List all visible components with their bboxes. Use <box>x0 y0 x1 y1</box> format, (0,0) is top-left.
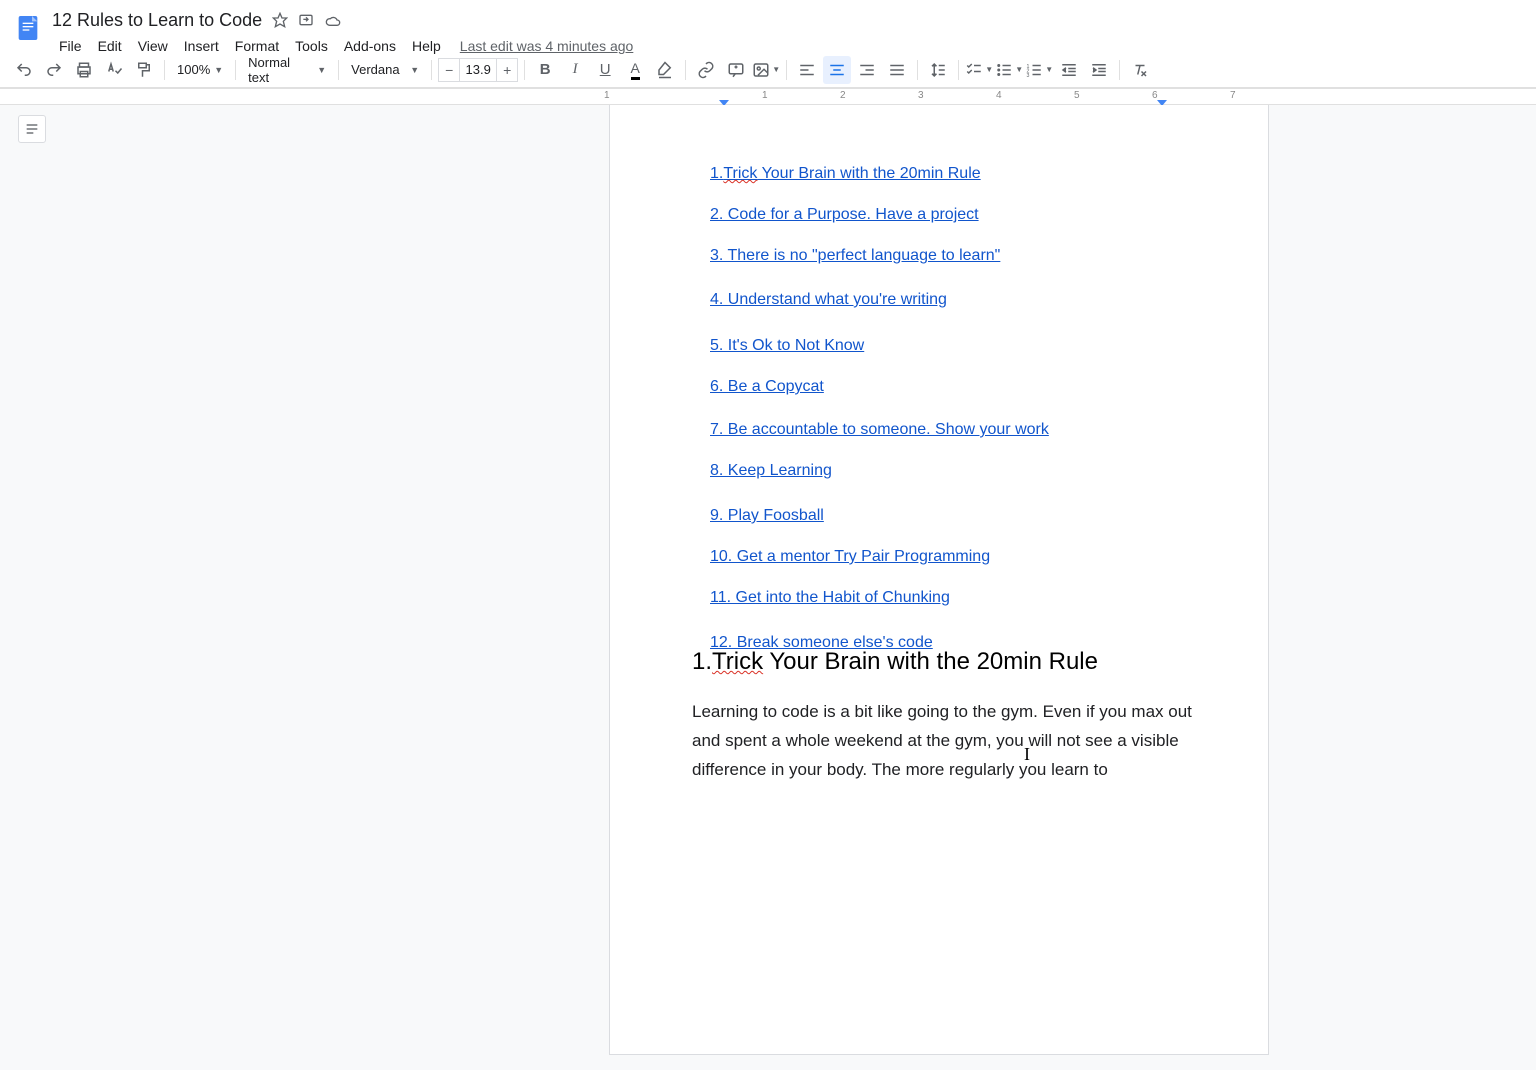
font-size-input[interactable]: 13.9 <box>460 58 496 82</box>
spellcheck-button[interactable] <box>100 56 128 84</box>
toc-link-10[interactable]: 10. Get a mentor Try Pair Programming <box>710 548 1193 566</box>
menu-view[interactable]: View <box>131 36 175 56</box>
ruler-tick: 2 <box>840 90 846 101</box>
ruler-tick: 4 <box>996 90 1002 101</box>
body-paragraph: Learning to code is a bit like going to … <box>692 698 1193 785</box>
ruler-tick: 5 <box>1074 90 1080 101</box>
cloud-icon[interactable] <box>324 12 342 28</box>
doc-title[interactable]: 12 Rules to Learn to Code <box>52 10 262 31</box>
edit-status[interactable]: Last edit was 4 minutes ago <box>460 38 634 54</box>
toc-link-5[interactable]: 5. It's Ok to Not Know <box>710 337 1193 355</box>
style-select[interactable]: Normal text▼ <box>242 55 332 85</box>
separator <box>338 60 339 80</box>
toc-link-9[interactable]: 9. Play Foosball <box>710 507 1193 525</box>
text-cursor: I <box>1024 744 1030 765</box>
bold-button[interactable]: B <box>531 56 559 84</box>
toc-link-6[interactable]: 6. Be a Copycat <box>710 378 1193 396</box>
toc-link-7[interactable]: 7. Be accountable to someone. Show your … <box>710 421 1193 439</box>
menu-addons[interactable]: Add-ons <box>337 36 403 56</box>
italic-button[interactable]: I <box>561 56 589 84</box>
header-main: 12 Rules to Learn to Code File Edit View… <box>52 8 633 58</box>
redo-button[interactable] <box>40 56 68 84</box>
highlight-button[interactable] <box>651 56 679 84</box>
menu-edit[interactable]: Edit <box>91 36 129 56</box>
separator <box>1119 60 1120 80</box>
separator <box>235 60 236 80</box>
ruler[interactable]: 1 1 2 3 4 5 6 7 <box>0 89 1536 105</box>
separator <box>958 60 959 80</box>
menu-file[interactable]: File <box>52 36 89 56</box>
image-button[interactable]: ▼ <box>752 56 780 84</box>
indent-button[interactable] <box>1085 56 1113 84</box>
menu-format[interactable]: Format <box>228 36 286 56</box>
toc-link-11[interactable]: 11. Get into the Habit of Chunking <box>710 589 1193 607</box>
document-page[interactable]: 1.Trick Your Brain with the 20min Rule 2… <box>609 105 1269 1055</box>
line-spacing-button[interactable] <box>924 56 952 84</box>
undo-button[interactable] <box>10 56 38 84</box>
separator <box>524 60 525 80</box>
paint-format-button[interactable] <box>130 56 158 84</box>
move-icon[interactable] <box>298 12 314 28</box>
heading-1: 1.Trick Your Brain with the 20min Rule <box>692 648 1193 676</box>
numbered-list-button[interactable]: 123▼ <box>1025 56 1053 84</box>
separator <box>917 60 918 80</box>
ruler-tick: 7 <box>1230 90 1236 101</box>
align-right-button[interactable] <box>853 56 881 84</box>
ruler-tick: 3 <box>918 90 924 101</box>
docs-logo[interactable] <box>8 8 48 48</box>
zoom-select[interactable]: 100%▼ <box>171 62 229 77</box>
separator <box>431 60 432 80</box>
align-left-button[interactable] <box>793 56 821 84</box>
outline-toggle[interactable] <box>18 115 46 143</box>
menu-bar: File Edit View Insert Format Tools Add-o… <box>52 34 633 58</box>
separator <box>164 60 165 80</box>
separator <box>786 60 787 80</box>
align-justify-button[interactable] <box>883 56 911 84</box>
text-color-button[interactable]: A <box>621 56 649 84</box>
font-size-control: − 13.9 + <box>438 58 518 82</box>
font-size-increase[interactable]: + <box>496 58 518 82</box>
menu-help[interactable]: Help <box>405 36 448 56</box>
ruler-tick: 1 <box>604 90 610 101</box>
separator <box>685 60 686 80</box>
star-icon[interactable] <box>272 12 288 28</box>
print-button[interactable] <box>70 56 98 84</box>
outdent-button[interactable] <box>1055 56 1083 84</box>
toc-link-2[interactable]: 2. Code for a Purpose. Have a project <box>710 206 1193 224</box>
workspace: 1 1 2 3 4 5 6 7 1.Trick Your Brain with … <box>0 88 1536 1070</box>
toc-link-8[interactable]: 8. Keep Learning <box>710 462 1193 480</box>
toc-link-3[interactable]: 3. There is no "perfect language to lear… <box>710 247 1193 265</box>
svg-text:3: 3 <box>1027 72 1030 78</box>
toc-link-4[interactable]: 4. Understand what you're writing <box>710 291 1193 309</box>
font-size-decrease[interactable]: − <box>438 58 460 82</box>
link-button[interactable] <box>692 56 720 84</box>
menu-insert[interactable]: Insert <box>177 36 226 56</box>
ruler-tick: 1 <box>762 90 768 101</box>
comment-button[interactable] <box>722 56 750 84</box>
font-select[interactable]: Verdana▼ <box>345 62 425 77</box>
align-center-button[interactable] <box>823 56 851 84</box>
underline-button[interactable]: U <box>591 56 619 84</box>
bullet-list-button[interactable]: ▼ <box>995 56 1023 84</box>
clear-format-button[interactable] <box>1126 56 1154 84</box>
app-header: 12 Rules to Learn to Code File Edit View… <box>0 0 1536 52</box>
menu-tools[interactable]: Tools <box>288 36 335 56</box>
checklist-button[interactable]: ▼ <box>965 56 993 84</box>
toc-link-1[interactable]: 1.Trick Your Brain with the 20min Rule <box>710 165 1193 183</box>
